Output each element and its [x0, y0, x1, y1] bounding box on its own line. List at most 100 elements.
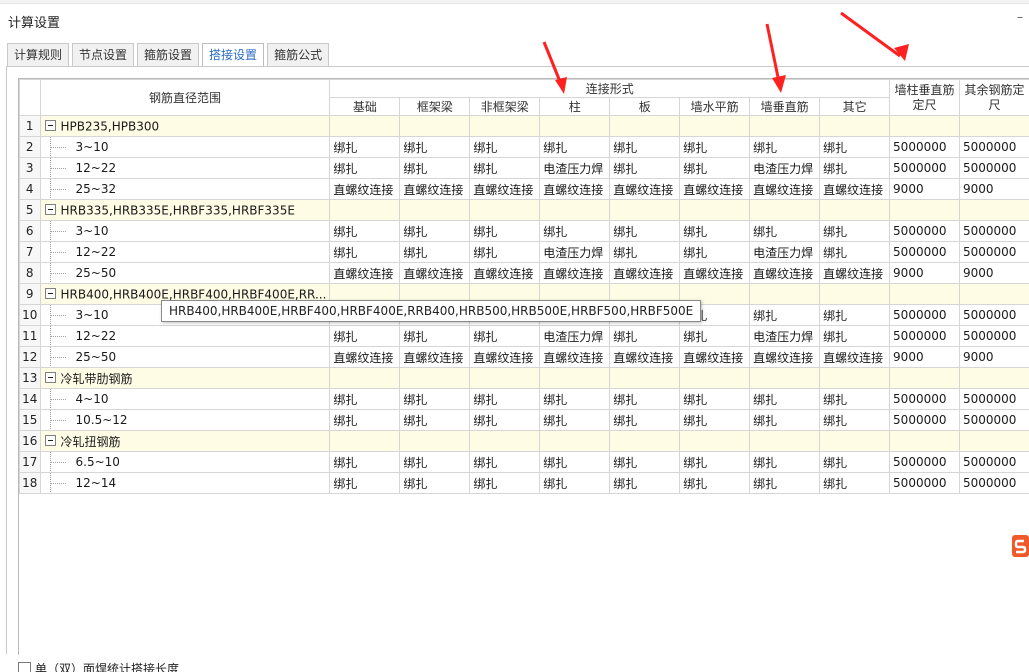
- connection-cell[interactable]: [399, 367, 471, 389]
- table-row[interactable]: 8 25~50 直螺纹连接 直螺纹连接 直螺纹连接 直螺纹连接 直螺纹连接 直螺纹连接 直螺纹连…: [19, 262, 1029, 284]
- collapse-toggle-icon[interactable]: [44, 119, 56, 131]
- connection-cell[interactable]: 绑扎: [329, 388, 401, 410]
- header-foundation[interactable]: 基础: [329, 97, 401, 116]
- connection-cell[interactable]: 直螺纹连接: [469, 346, 541, 368]
- connection-cell[interactable]: [679, 115, 751, 137]
- group-row[interactable]: 1 HPB235,HPB300: [19, 115, 1029, 137]
- connection-cell[interactable]: 绑扎: [819, 157, 891, 179]
- connection-cell[interactable]: 直螺纹连接: [539, 178, 611, 200]
- fixed-length-cell[interactable]: 5000000: [959, 304, 1029, 326]
- connection-cell[interactable]: 直螺纹连接: [539, 346, 611, 368]
- connection-cell[interactable]: 直螺纹连接: [469, 262, 541, 284]
- connection-cell[interactable]: 绑扎: [609, 325, 681, 347]
- table-row[interactable]: 6 3~10 绑扎 绑扎 绑扎 绑扎 绑扎 绑扎 绑扎 绑扎 5000000 5000000: [19, 220, 1029, 242]
- connection-cell[interactable]: [749, 367, 821, 389]
- connection-cell[interactable]: 绑扎: [609, 388, 681, 410]
- table-row[interactable]: 17 6.5~10 绑扎 绑扎 绑扎 绑扎 绑扎 绑扎 绑扎 绑扎 5000000 5000000: [19, 451, 1029, 473]
- connection-cell[interactable]: [539, 367, 611, 389]
- connection-cell[interactable]: [469, 199, 541, 221]
- connection-cell[interactable]: 绑扎: [469, 241, 541, 263]
- connection-cell[interactable]: [399, 430, 471, 452]
- collapse-toggle-icon[interactable]: [44, 203, 56, 215]
- header-column[interactable]: 柱: [539, 97, 611, 116]
- connection-cell[interactable]: 绑扎: [679, 472, 751, 494]
- group-row[interactable]: 13 冷轧带肋钢筋: [19, 367, 1029, 389]
- table-row[interactable]: 15 10.5~12 绑扎 绑扎 绑扎 绑扎 绑扎 绑扎 绑扎 绑扎 5000000 5000000: [19, 409, 1029, 431]
- connection-cell[interactable]: 电渣压力焊: [539, 325, 611, 347]
- group-row[interactable]: 16 冷轧扭钢筋: [19, 430, 1029, 452]
- fixed-length-cell[interactable]: [959, 199, 1029, 221]
- fixed-length-cell[interactable]: 5000000: [889, 241, 960, 263]
- diameter-range-cell[interactable]: 25~50: [39, 262, 331, 284]
- collapse-toggle-icon[interactable]: [44, 371, 56, 383]
- connection-cell[interactable]: 绑扎: [749, 451, 821, 473]
- weld-length-option[interactable]: 单（双）面焊统计搭接长度: [18, 660, 179, 672]
- fixed-length-cell[interactable]: 5000000: [959, 241, 1029, 263]
- connection-cell[interactable]: 绑扎: [469, 325, 541, 347]
- connection-cell[interactable]: 绑扎: [469, 409, 541, 431]
- connection-cell[interactable]: 直螺纹连接: [679, 178, 751, 200]
- fixed-length-cell[interactable]: 5000000: [889, 325, 960, 347]
- connection-cell[interactable]: [749, 199, 821, 221]
- header-wall-column-vertical[interactable]: 墙柱垂直筋 定尺: [889, 79, 960, 116]
- connection-cell[interactable]: [749, 430, 821, 452]
- connection-cell[interactable]: 绑扎: [819, 409, 891, 431]
- diameter-range-cell[interactable]: 10.5~12: [39, 409, 331, 431]
- fixed-length-cell[interactable]: 5000000: [959, 472, 1029, 494]
- connection-cell[interactable]: 直螺纹连接: [399, 262, 471, 284]
- connection-cell[interactable]: 绑扎: [609, 157, 681, 179]
- connection-cell[interactable]: 绑扎: [329, 472, 401, 494]
- connection-cell[interactable]: [679, 430, 751, 452]
- connection-cell[interactable]: 直螺纹连接: [609, 262, 681, 284]
- connection-cell[interactable]: 直螺纹连接: [329, 346, 401, 368]
- header-other-bars[interactable]: 其余钢筋定 尺: [959, 79, 1029, 116]
- fixed-length-cell[interactable]: 5000000: [959, 409, 1029, 431]
- table-row[interactable]: 12 25~50 直螺纹连接 直螺纹连接 直螺纹连接 直螺纹连接 直螺纹连接 直螺纹连接 直螺纹…: [19, 346, 1029, 368]
- connection-cell[interactable]: [329, 115, 401, 137]
- connection-cell[interactable]: 直螺纹连接: [609, 178, 681, 200]
- connection-cell[interactable]: 绑扎: [399, 220, 471, 242]
- connection-cell[interactable]: [539, 199, 611, 221]
- minimize-button[interactable]: –: [1017, 10, 1023, 24]
- connection-cell[interactable]: 绑扎: [399, 325, 471, 347]
- connection-cell[interactable]: 绑扎: [539, 472, 611, 494]
- connection-cell[interactable]: 绑扎: [819, 325, 891, 347]
- table-row[interactable]: 3 12~22 绑扎 绑扎 绑扎 电渣压力焊 绑扎 绑扎 电渣压力焊 绑扎 5000000 50000…: [19, 157, 1029, 179]
- table-row[interactable]: 4 25~32 直螺纹连接 直螺纹连接 直螺纹连接 直螺纹连接 直螺纹连接 直螺纹连接 直螺纹连…: [19, 178, 1029, 200]
- connection-cell[interactable]: 绑扎: [329, 241, 401, 263]
- connection-cell[interactable]: 绑扎: [399, 472, 471, 494]
- table-row[interactable]: 14 4~10 绑扎 绑扎 绑扎 绑扎 绑扎 绑扎 绑扎 绑扎 5000000 5000000: [19, 388, 1029, 410]
- steel-grade-cell[interactable]: 冷轧带肋钢筋: [39, 367, 331, 389]
- table-row[interactable]: 7 12~22 绑扎 绑扎 绑扎 电渣压力焊 绑扎 绑扎 电渣压力焊 绑扎 5000000 50000…: [19, 241, 1029, 263]
- connection-cell[interactable]: 绑扎: [819, 136, 891, 158]
- connection-cell[interactable]: 绑扎: [749, 472, 821, 494]
- connection-cell[interactable]: 直螺纹连接: [749, 262, 821, 284]
- connection-cell[interactable]: 直螺纹连接: [679, 346, 751, 368]
- diameter-range-cell[interactable]: 12~22: [39, 157, 331, 179]
- connection-cell[interactable]: [679, 199, 751, 221]
- connection-cell[interactable]: 直螺纹连接: [819, 178, 891, 200]
- connection-cell[interactable]: 直螺纹连接: [679, 262, 751, 284]
- connection-cell[interactable]: 绑扎: [469, 157, 541, 179]
- connection-cell[interactable]: 绑扎: [749, 220, 821, 242]
- diameter-range-cell[interactable]: 25~32: [39, 178, 331, 200]
- connection-cell[interactable]: 电渣压力焊: [539, 241, 611, 263]
- connection-cell[interactable]: [819, 283, 891, 305]
- fixed-length-cell[interactable]: 9000: [889, 262, 960, 284]
- fixed-length-cell[interactable]: 5000000: [959, 325, 1029, 347]
- fixed-length-cell[interactable]: [889, 199, 960, 221]
- fixed-length-cell[interactable]: 5000000: [889, 409, 960, 431]
- connection-cell[interactable]: 绑扎: [679, 157, 751, 179]
- header-slab[interactable]: 板: [609, 97, 681, 116]
- connection-cell[interactable]: 绑扎: [329, 136, 401, 158]
- connection-cell[interactable]: 绑扎: [609, 451, 681, 473]
- connection-cell[interactable]: 绑扎: [819, 472, 891, 494]
- fixed-length-cell[interactable]: [959, 115, 1029, 137]
- fixed-length-cell[interactable]: 5000000: [889, 157, 960, 179]
- steel-grade-cell[interactable]: HRB335,HRB335E,HRBF335,HRBF335E: [39, 199, 331, 221]
- connection-cell[interactable]: 绑扎: [679, 451, 751, 473]
- connection-cell[interactable]: 直螺纹连接: [819, 262, 891, 284]
- diameter-range-cell[interactable]: 3~10: [39, 220, 331, 242]
- connection-cell[interactable]: 直螺纹连接: [749, 346, 821, 368]
- connection-cell[interactable]: [679, 367, 751, 389]
